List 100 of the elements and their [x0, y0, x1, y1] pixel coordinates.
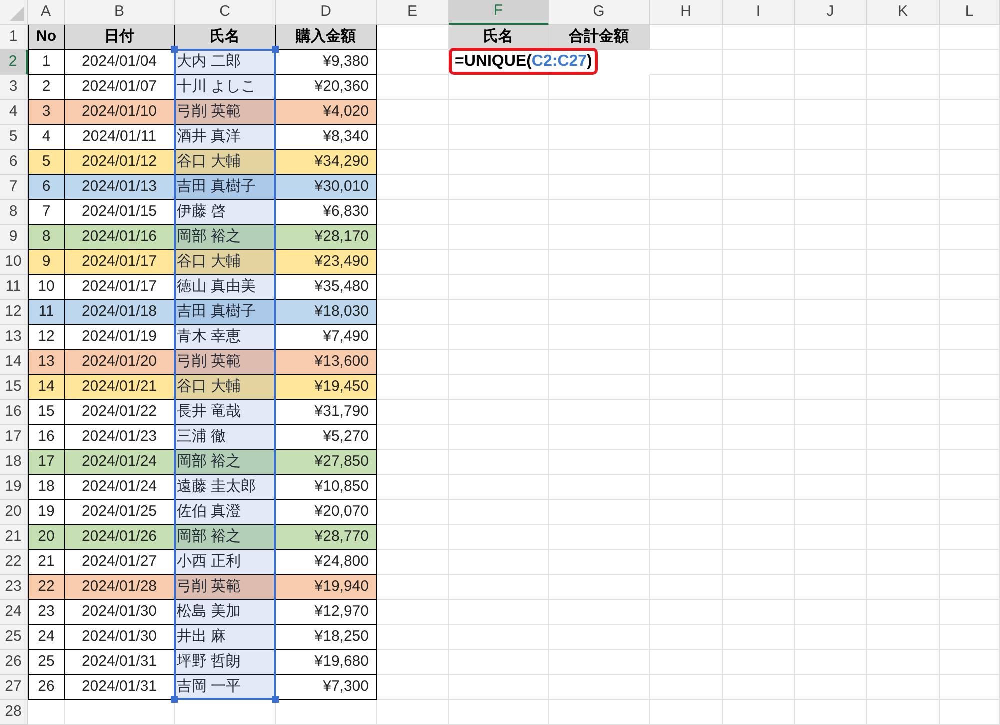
row-header[interactable]: 18 — [0, 450, 28, 475]
table-header: No — [28, 25, 65, 50]
table-cell: ¥7,300 — [276, 675, 377, 700]
resize-handle[interactable] — [272, 46, 279, 53]
table-cell: 6 — [28, 175, 65, 200]
row-header[interactable]: 17 — [0, 425, 28, 450]
row-header[interactable]: 15 — [0, 375, 28, 400]
table-cell: 長井 竜哉 — [175, 400, 276, 425]
table-cell: ¥19,680 — [276, 650, 377, 675]
table-cell: ¥28,770 — [276, 525, 377, 550]
row-header[interactable]: 22 — [0, 550, 28, 575]
row-header[interactable]: 9 — [0, 225, 28, 250]
table-cell: 17 — [28, 450, 65, 475]
row-header[interactable]: 24 — [0, 600, 28, 625]
table-header: 購入金額 — [276, 25, 377, 50]
table-cell: ¥5,270 — [276, 425, 377, 450]
table-cell: 11 — [28, 300, 65, 325]
row-header[interactable]: 3 — [0, 75, 28, 100]
resize-handle[interactable] — [272, 696, 279, 703]
table-cell: 1 — [28, 50, 65, 75]
table-cell: 25 — [28, 650, 65, 675]
table-cell: 2024/01/20 — [65, 350, 175, 375]
table-cell: 谷口 大輔 — [175, 250, 276, 275]
table-cell: 松島 美加 — [175, 600, 276, 625]
table-cell: ¥23,490 — [276, 250, 377, 275]
column-header[interactable]: C — [175, 0, 276, 25]
column-header[interactable]: F — [449, 0, 549, 25]
table-cell: ¥35,480 — [276, 275, 377, 300]
table-cell: 26 — [28, 675, 65, 700]
row-header[interactable]: 10 — [0, 250, 28, 275]
table-cell: 2024/01/12 — [65, 150, 175, 175]
row-header[interactable]: 23 — [0, 575, 28, 600]
table-cell: 16 — [28, 425, 65, 450]
row-header[interactable]: 21 — [0, 525, 28, 550]
resize-handle[interactable] — [171, 696, 178, 703]
table-cell: 2024/01/24 — [65, 450, 175, 475]
row-header[interactable]: 26 — [0, 650, 28, 675]
table-cell: 18 — [28, 475, 65, 500]
table-cell: ¥19,450 — [276, 375, 377, 400]
column-header[interactable]: B — [65, 0, 175, 25]
row-header[interactable]: 1 — [0, 25, 28, 50]
table-cell: 吉田 真樹子 — [175, 175, 276, 200]
row-header[interactable]: 19 — [0, 475, 28, 500]
row-header[interactable]: 5 — [0, 125, 28, 150]
row-header[interactable]: 7 — [0, 175, 28, 200]
column-header[interactable]: I — [723, 0, 795, 25]
row-header[interactable]: 2 — [0, 50, 28, 75]
table-cell: ¥12,970 — [276, 600, 377, 625]
table-cell: ¥24,800 — [276, 550, 377, 575]
table-cell: 5 — [28, 150, 65, 175]
table-cell: 岡部 裕之 — [175, 225, 276, 250]
table-cell: 13 — [28, 350, 65, 375]
column-header[interactable]: A — [28, 0, 65, 25]
table-cell: 井出 麻 — [175, 625, 276, 650]
column-header[interactable]: G — [549, 0, 650, 25]
row-header[interactable]: 28 — [0, 700, 28, 725]
table-cell: 2024/01/21 — [65, 375, 175, 400]
row-header[interactable]: 16 — [0, 400, 28, 425]
column-header[interactable]: E — [377, 0, 449, 25]
row-header[interactable]: 27 — [0, 675, 28, 700]
table-cell: 2024/01/10 — [65, 100, 175, 125]
row-header[interactable]: 13 — [0, 325, 28, 350]
table-cell: 2 — [28, 75, 65, 100]
table-cell: ¥19,940 — [276, 575, 377, 600]
column-header[interactable]: K — [867, 0, 940, 25]
row-header[interactable]: 25 — [0, 625, 28, 650]
table-cell: ¥18,030 — [276, 300, 377, 325]
table-cell: 20 — [28, 525, 65, 550]
row-header[interactable]: 4 — [0, 100, 28, 125]
table-cell: 遠藤 圭太郎 — [175, 475, 276, 500]
row-header[interactable]: 12 — [0, 300, 28, 325]
resize-handle[interactable] — [171, 46, 178, 53]
row-header[interactable]: 20 — [0, 500, 28, 525]
table-cell: 2024/01/16 — [65, 225, 175, 250]
table-cell: ¥4,020 — [276, 100, 377, 125]
column-header[interactable]: D — [276, 0, 377, 25]
row-header[interactable]: 6 — [0, 150, 28, 175]
table-cell: ¥9,380 — [276, 50, 377, 75]
table-cell: ¥18,250 — [276, 625, 377, 650]
table-cell: ¥27,850 — [276, 450, 377, 475]
column-header[interactable]: J — [795, 0, 867, 25]
table-header: 合計金額 — [549, 25, 650, 50]
table-cell: 谷口 大輔 — [175, 375, 276, 400]
table-cell: 12 — [28, 325, 65, 350]
formula-text: =UNIQUE(C2:C27) — [449, 48, 598, 75]
table-cell: 弓削 英範 — [175, 350, 276, 375]
row-header[interactable]: 8 — [0, 200, 28, 225]
row-header[interactable]: 11 — [0, 275, 28, 300]
table-cell: 2024/01/13 — [65, 175, 175, 200]
table-cell: 2024/01/18 — [65, 300, 175, 325]
table-cell: ¥6,830 — [276, 200, 377, 225]
table-cell: 徳山 真由美 — [175, 275, 276, 300]
row-header[interactable]: 14 — [0, 350, 28, 375]
column-header[interactable]: L — [940, 0, 1000, 25]
table-cell: 3 — [28, 100, 65, 125]
table-cell: 4 — [28, 125, 65, 150]
column-header[interactable]: H — [650, 0, 723, 25]
table-cell: 2024/01/17 — [65, 250, 175, 275]
table-cell: ¥10,850 — [276, 475, 377, 500]
table-cell: 21 — [28, 550, 65, 575]
